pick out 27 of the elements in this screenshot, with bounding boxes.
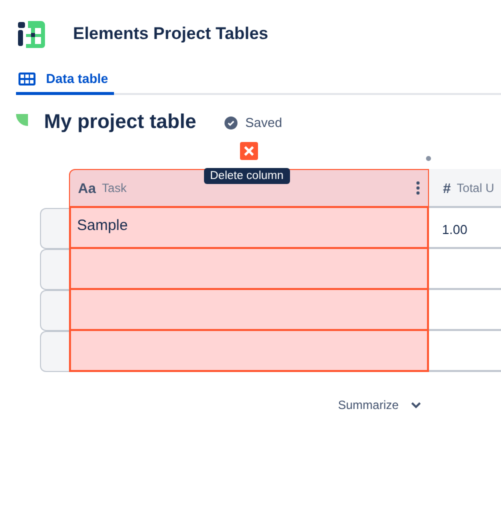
chevron-down-icon xyxy=(410,402,421,408)
row-handle[interactable] xyxy=(40,290,69,331)
tab[interactable]: Data table xyxy=(16,71,114,95)
summarize-button[interactable]: Summarize xyxy=(334,396,425,414)
table-cell[interactable]: Sample xyxy=(69,208,429,249)
save-status: Saved xyxy=(245,115,282,130)
column-label: Task xyxy=(102,181,127,195)
delete-icon[interactable] xyxy=(240,142,258,160)
column-type-icon: # xyxy=(443,180,451,196)
tooltip: Delete column xyxy=(204,168,290,184)
more-icon[interactable] xyxy=(416,181,420,195)
dot-icon xyxy=(426,156,431,161)
row-handle[interactable] xyxy=(40,249,69,290)
table-cell[interactable] xyxy=(69,331,429,372)
table-cell[interactable] xyxy=(69,290,429,331)
quarter-icon xyxy=(16,114,28,126)
check-icon xyxy=(224,116,238,130)
column-label: Total U xyxy=(456,180,494,194)
table-title: My project table xyxy=(44,111,196,134)
row-handle[interactable] xyxy=(40,208,69,249)
column-header[interactable]: # Total U xyxy=(429,169,501,208)
row-handle[interactable] xyxy=(40,331,69,372)
app-title: Elements Project Tables xyxy=(73,24,268,44)
table-cell[interactable] xyxy=(69,249,429,290)
logo-icon xyxy=(16,18,47,49)
column-type-icon: Aa xyxy=(78,180,96,196)
grid-icon xyxy=(18,72,36,86)
